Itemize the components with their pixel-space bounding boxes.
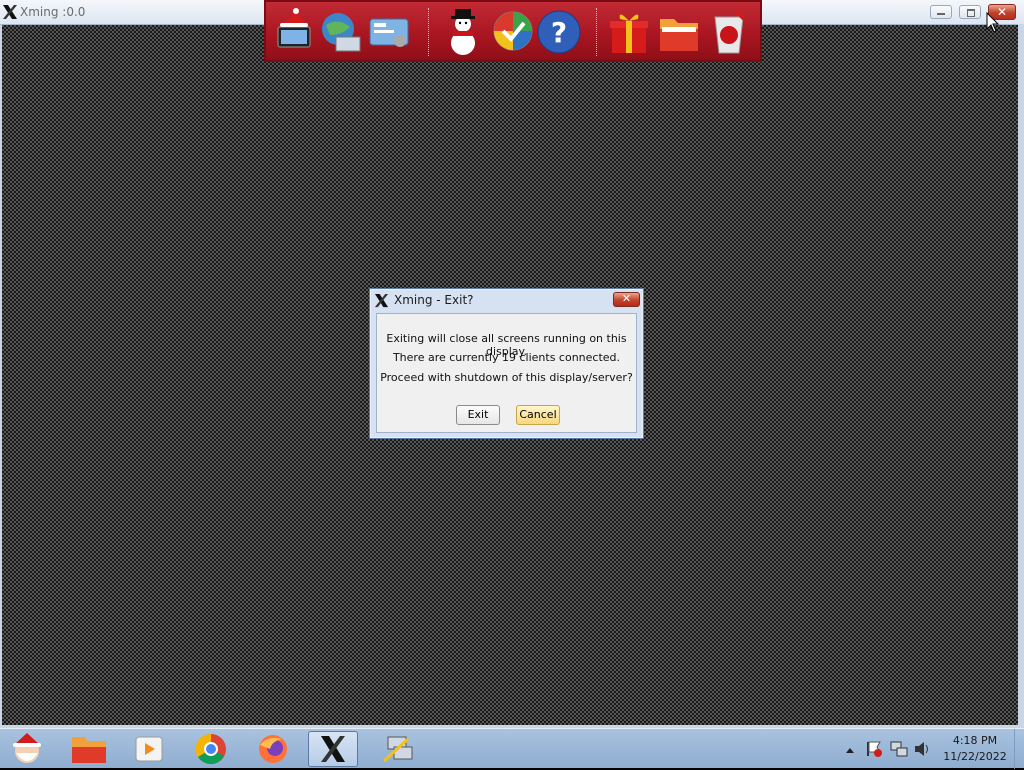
dialog-close-button[interactable]: ✕ [613, 292, 640, 307]
globe-network-icon[interactable] [318, 7, 364, 57]
show-hidden-icons-icon[interactable] [842, 729, 858, 769]
clock-time: 4:18 PM [952, 734, 998, 747]
control-panel-icon[interactable] [366, 7, 412, 57]
dialog-body: Exiting will close all screens running o… [376, 313, 637, 433]
folder-icon[interactable] [656, 7, 702, 57]
firefox-icon[interactable] [248, 731, 298, 767]
svg-text:?: ? [551, 16, 567, 49]
maximize-button[interactable] [959, 5, 981, 19]
clock-date: 11/22/2022 [943, 750, 1007, 763]
show-desktop-button[interactable] [1014, 729, 1024, 769]
close-icon: ✕ [621, 292, 632, 305]
gift-box-icon[interactable] [606, 7, 652, 57]
recycle-bin-icon[interactable] [706, 7, 752, 57]
snowman-icon[interactable] [440, 7, 486, 57]
system-clock[interactable]: 4:18 PM 11/22/2022 [940, 733, 1010, 765]
volume-icon[interactable] [912, 729, 932, 769]
cancel-button[interactable]: Cancel [516, 405, 560, 425]
taskbar: 4:18 PM 11/22/2022 [0, 728, 1024, 769]
object-dock: ? [264, 0, 762, 62]
window-border [1018, 24, 1024, 728]
dialog-message-line: Proceed with shutdown of this display/se… [380, 371, 633, 384]
window-title: Xming :0.0 [20, 5, 86, 19]
dock-separator [428, 8, 431, 56]
xming-logo-icon [374, 293, 389, 308]
media-player-icon[interactable] [124, 731, 174, 767]
xming-logo-icon [3, 5, 17, 19]
computer-santa-hat-icon[interactable] [272, 7, 318, 57]
windows-update-shield-icon[interactable] [490, 7, 536, 57]
dialog-title: Xming - Exit? [394, 293, 474, 307]
start-santa-icon[interactable] [2, 731, 52, 767]
network-icon[interactable] [888, 729, 910, 769]
xming-icon [321, 736, 345, 762]
exit-dialog: Xming - Exit? ✕ Exiting will close all s… [369, 288, 644, 439]
folder-icon[interactable] [64, 731, 114, 767]
chrome-icon[interactable] [186, 731, 236, 767]
xming-taskbar-button[interactable] [308, 731, 358, 767]
dialog-titlebar[interactable]: Xming - Exit? ✕ [370, 289, 643, 311]
dock-separator [596, 8, 599, 56]
help-icon[interactable]: ? [536, 7, 582, 57]
exit-button[interactable]: Exit [456, 405, 500, 425]
dialog-message-line: There are currently 19 clients connected… [392, 351, 621, 364]
mouse-cursor-icon [986, 12, 1000, 33]
action-center-flag-icon[interactable] [864, 729, 884, 769]
network-putty-icon[interactable] [374, 731, 424, 767]
minimize-button[interactable] [930, 5, 952, 19]
